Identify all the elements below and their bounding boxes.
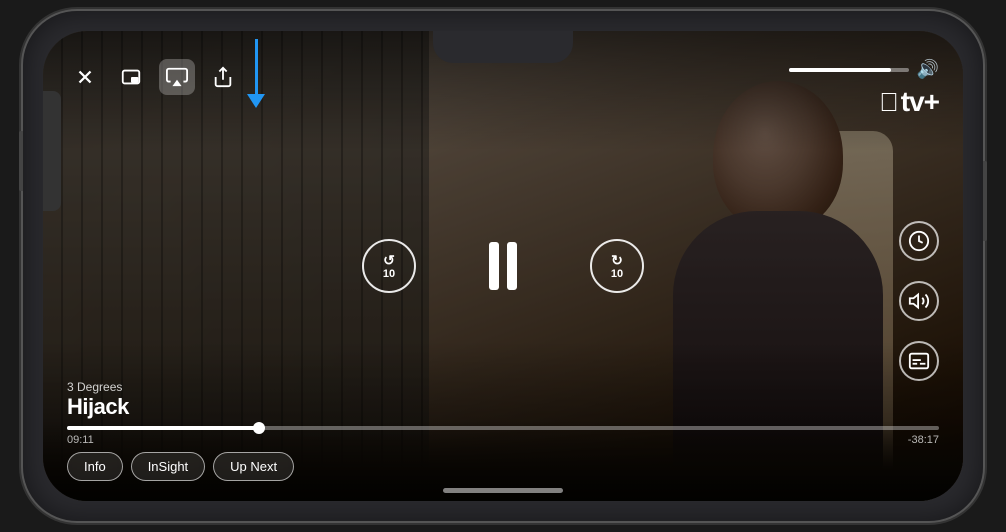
pause-bar-right <box>507 242 517 290</box>
show-title: Hijack <box>67 394 939 420</box>
tv-plus-text: tv+ <box>901 86 939 118</box>
arrow-head <box>247 94 265 108</box>
progress-bar[interactable] <box>67 426 939 430</box>
pause-button[interactable] <box>476 239 530 293</box>
time-labels: 09:11 -38:17 <box>67 434 939 446</box>
pause-icon <box>489 242 517 290</box>
bottom-controls: 3 Degrees Hijack 09:11 -38:17 Info InSig… <box>43 380 963 501</box>
power-button <box>983 161 987 241</box>
current-time: 09:11 <box>67 434 94 446</box>
up-next-tab-button[interactable]: Up Next <box>213 452 294 481</box>
volume-button <box>19 131 23 191</box>
volume-fill <box>789 68 891 72</box>
speed-button[interactable] <box>899 221 939 261</box>
arrow-pointer <box>247 39 265 108</box>
progress-thumb[interactable] <box>253 422 265 434</box>
show-info: 3 Degrees Hijack <box>67 380 939 420</box>
audio-button[interactable] <box>899 281 939 321</box>
skip-forward-icon: ↻ <box>611 253 623 267</box>
top-right-controls: 🔊 <box>789 59 939 80</box>
progress-fill <box>67 426 259 430</box>
skip-forward-button[interactable]: ↻ 10 <box>590 239 644 293</box>
progress-section: 09:11 -38:17 <box>67 426 939 446</box>
volume-icon: 🔊 <box>917 59 939 80</box>
skip-back-button[interactable]: ↺ 10 <box>362 239 416 293</box>
home-indicator <box>443 488 563 493</box>
apple-logo-icon:  <box>879 89 899 115</box>
pause-bar-left <box>489 242 499 290</box>
info-tab-button[interactable]: Info <box>67 452 123 481</box>
apple-tv-logo:  tv+ <box>879 86 939 118</box>
right-side-buttons <box>899 221 939 381</box>
show-subtitle: 3 Degrees <box>67 380 939 394</box>
center-playback-controls: ↺ 10 ↻ 10 <box>362 239 644 293</box>
tab-buttons: Info InSight Up Next <box>67 452 939 481</box>
airplay-button[interactable] <box>159 59 195 95</box>
share-button[interactable] <box>205 59 241 95</box>
subtitles-button[interactable] <box>899 341 939 381</box>
camera-bump <box>43 91 61 211</box>
arrow-shaft <box>255 39 258 94</box>
phone-frame: 🔊  tv+ ↺ 10 ↻ 10 <box>23 11 983 521</box>
phone-screen: 🔊  tv+ ↺ 10 ↻ 10 <box>43 31 963 501</box>
skip-forward-seconds: 10 <box>611 268 623 280</box>
notch <box>433 31 573 63</box>
volume-slider[interactable] <box>789 68 909 72</box>
pip-button[interactable] <box>113 59 149 95</box>
skip-back-seconds: 10 <box>383 268 395 280</box>
skip-back-icon: ↺ <box>383 253 395 267</box>
remaining-time: -38:17 <box>908 434 939 446</box>
close-button[interactable] <box>67 59 103 95</box>
insight-tab-button[interactable]: InSight <box>131 452 205 481</box>
